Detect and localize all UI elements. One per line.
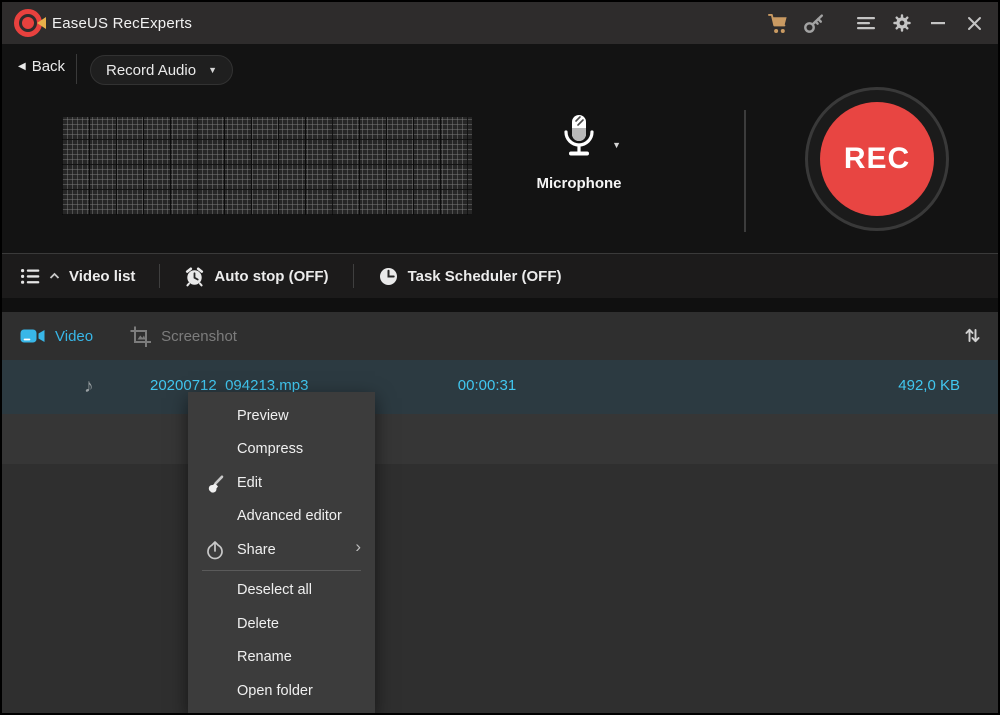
library-tabbar: Video Screenshot: [2, 312, 998, 360]
tab-video-label: Video: [55, 328, 93, 345]
submenu-arrow-icon: ›: [355, 537, 361, 557]
menu-item-edit[interactable]: Edit: [188, 466, 375, 500]
menu-item-advanced-editor[interactable]: Advanced editor: [188, 500, 375, 534]
panel-divider: [744, 110, 746, 232]
source-label: Microphone: [502, 175, 656, 192]
rec-button-label: REC: [844, 142, 910, 176]
close-icon[interactable]: [962, 11, 986, 35]
menu-label: Share: [237, 542, 276, 558]
tab-video[interactable]: Video: [20, 327, 93, 345]
music-note-icon: ♪: [84, 376, 94, 398]
app-logo-icon: [14, 9, 42, 37]
menu-label: Edit: [237, 475, 262, 491]
audio-waveform-grid: [62, 117, 472, 215]
alarm-clock-icon: [184, 266, 205, 287]
tab-screenshot[interactable]: Screenshot: [129, 325, 237, 348]
microphone-icon: [555, 112, 603, 160]
video-list-toggle[interactable]: Video list: [20, 267, 135, 286]
menu-label: Delete: [237, 616, 279, 632]
record-mode-dropdown[interactable]: Record Audio ▼: [90, 55, 233, 85]
screenshot-icon: [129, 325, 152, 348]
toolbar-separator: [159, 264, 160, 288]
menu-item-open-folder[interactable]: Open folder: [188, 674, 375, 708]
share-upload-icon: [205, 540, 225, 560]
back-button[interactable]: ◀ Back: [18, 58, 65, 75]
toolbar-separator: [353, 264, 354, 288]
menu-label: Advanced editor: [237, 508, 342, 524]
menu-item-share[interactable]: Share ›: [188, 533, 375, 567]
list-icon: [20, 267, 40, 286]
nav-row: ◀ Back Record Audio ▼: [2, 44, 998, 94]
library-panel: Video Screenshot ♪: [2, 312, 998, 713]
edit-brush-icon: [205, 473, 225, 493]
chevron-up-icon: [49, 272, 60, 280]
app-title: EaseUS RecExperts: [52, 15, 192, 32]
back-label: Back: [32, 58, 65, 75]
key-icon[interactable]: [802, 11, 826, 35]
settings-gear-icon[interactable]: [890, 11, 914, 35]
auto-stop-label: Auto stop (OFF): [214, 268, 328, 285]
menu-icon[interactable]: [854, 11, 878, 35]
clock-icon: [378, 266, 399, 287]
bottom-toolbar: Video list Auto stop (OFF) Task Schedule…: [2, 253, 998, 298]
record-mode-label: Record Audio: [106, 62, 196, 79]
record-panel: ▼ Microphone REC: [2, 94, 998, 252]
menu-item-preview[interactable]: Preview: [188, 399, 375, 433]
empty-list-row: [2, 414, 998, 464]
menu-item-deselect-all[interactable]: Deselect all: [188, 574, 375, 608]
title-bar: EaseUS RecExperts: [2, 2, 998, 44]
microphone-selector[interactable]: ▼ Microphone: [502, 112, 656, 192]
menu-item-delete[interactable]: Delete: [188, 607, 375, 641]
menu-separator: [202, 570, 361, 571]
video-camera-icon: [20, 327, 46, 345]
context-menu: Preview Compress Edit Advanced editor: [188, 392, 375, 713]
menu-item-rename[interactable]: Rename: [188, 641, 375, 675]
menu-label: Open folder: [237, 683, 313, 699]
menu-item-compress[interactable]: Compress: [188, 433, 375, 467]
menu-label: Preview: [237, 408, 289, 424]
minimize-icon[interactable]: [926, 11, 950, 35]
video-list-label: Video list: [69, 268, 135, 285]
task-scheduler-label: Task Scheduler (OFF): [408, 268, 562, 285]
app-window: EaseUS RecExperts: [0, 0, 1000, 715]
file-duration: 00:00:31: [417, 377, 557, 394]
menu-label: Rename: [237, 649, 292, 665]
file-size: 492,0 KB: [898, 377, 960, 394]
recording-row[interactable]: ♪ 20200712_094213.mp3 00:00:31 492,0 KB: [2, 360, 998, 414]
chevron-down-icon: ▼: [208, 65, 217, 75]
menu-label: Deselect all: [237, 582, 312, 598]
mic-dropdown-icon[interactable]: ▼: [612, 140, 621, 150]
cart-icon[interactable]: [766, 11, 790, 35]
sort-icon[interactable]: [963, 326, 982, 350]
auto-stop-button[interactable]: Auto stop (OFF): [184, 266, 328, 287]
panel-gap: [2, 298, 998, 312]
menu-label: Compress: [237, 441, 303, 457]
back-arrow-icon: ◀: [18, 61, 26, 72]
task-scheduler-button[interactable]: Task Scheduler (OFF): [378, 266, 562, 287]
rec-button[interactable]: REC: [805, 87, 949, 231]
nav-divider: [76, 54, 77, 84]
tab-screenshot-label: Screenshot: [161, 328, 237, 345]
